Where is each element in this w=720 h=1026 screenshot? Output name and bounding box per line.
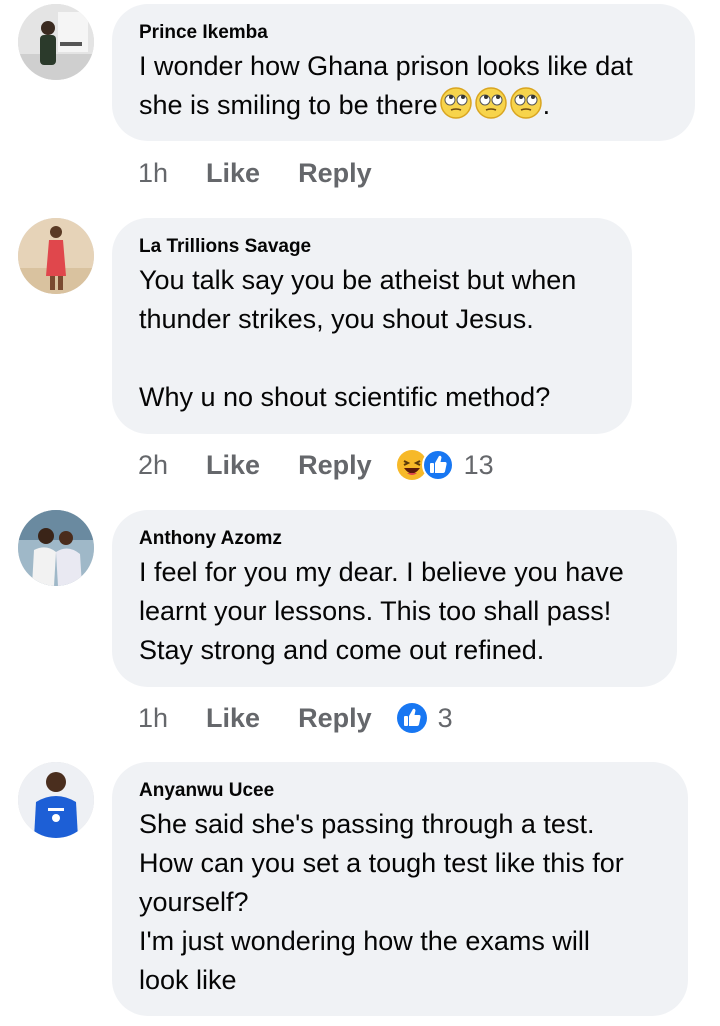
comment-author[interactable]: Anthony Azomz [139,527,650,551]
comment-author[interactable]: La Trillions Savage [139,235,605,259]
rolling-eyes-emoji [509,86,543,120]
like-button[interactable]: Like [206,450,260,481]
comment-time[interactable]: 1h [138,158,168,189]
comment-line: look like [139,965,237,995]
comment-text: She said she's passing through a test. H… [139,805,661,1000]
comment-line: She said she's passing through a test. [139,809,595,839]
comment-line: Stay strong and come out refined. [139,635,545,665]
comment-line: thunder strikes, you shout Jesus. [139,304,534,334]
comment-line: learnt your lessons. This too shall pass… [139,596,612,626]
comment-text: I feel for you my dear. I believe you ha… [139,553,650,670]
comment-bubble: Anthony Azomz I feel for you my dear. I … [112,510,677,687]
avatar[interactable] [18,218,94,294]
comment-bubble: Prince Ikemba I wonder how Ghana prison … [112,4,695,141]
trailing-text: . [542,90,551,120]
comment-line: yourself? [139,887,249,917]
comment-line: I'm just wondering how the exams will [139,926,590,956]
comment-author[interactable]: Prince Ikemba [139,21,668,45]
like-icon [421,449,454,481]
avatar[interactable] [18,762,94,838]
reaction-summary[interactable]: 13 [396,449,494,481]
reply-button[interactable]: Reply [298,158,372,189]
reply-button[interactable]: Reply [298,450,372,481]
like-button[interactable]: Like [206,158,260,189]
comment-line: How can you set a tough test like this f… [139,848,624,878]
comment-line: You talk say you be atheist but when [139,265,577,295]
comment-text: I wonder how Ghana prison looks like dat… [139,47,668,125]
comment-line-empty [139,339,605,378]
comment-line: Why u no shout scientific method? [139,382,551,412]
comment-actions: 1h Like Reply 3 [138,698,453,738]
reaction-count: 13 [463,449,494,480]
reaction-summary[interactable]: 3 [396,702,453,734]
comment-bubble: La Trillions Savage You talk say you be … [112,218,632,434]
like-icon [396,702,428,734]
like-button[interactable]: Like [206,703,260,734]
comment-line: I wonder how Ghana prison looks like dat [139,51,633,81]
comment-actions: 1h Like Reply [138,153,410,193]
comment-line: she is smiling to be there [139,90,438,120]
avatar[interactable] [18,4,94,80]
comment-text: You talk say you be atheist but when thu… [139,261,605,417]
comment-line-with-emoji: she is smiling to be there. [139,86,668,125]
comment-actions: 2h Like Reply 13 [138,445,494,485]
reaction-count: 3 [437,702,453,733]
rolling-eyes-emoji [474,86,508,120]
avatar[interactable] [18,510,94,586]
comment-author[interactable]: Anyanwu Ucee [139,779,661,803]
rolling-eyes-emoji [439,86,473,120]
comment-time[interactable]: 2h [138,450,168,481]
comment-line: I feel for you my dear. I believe you ha… [139,557,624,587]
reply-button[interactable]: Reply [298,703,372,734]
comment-time[interactable]: 1h [138,703,168,734]
comment-bubble: Anyanwu Ucee She said she's passing thro… [112,762,688,1016]
